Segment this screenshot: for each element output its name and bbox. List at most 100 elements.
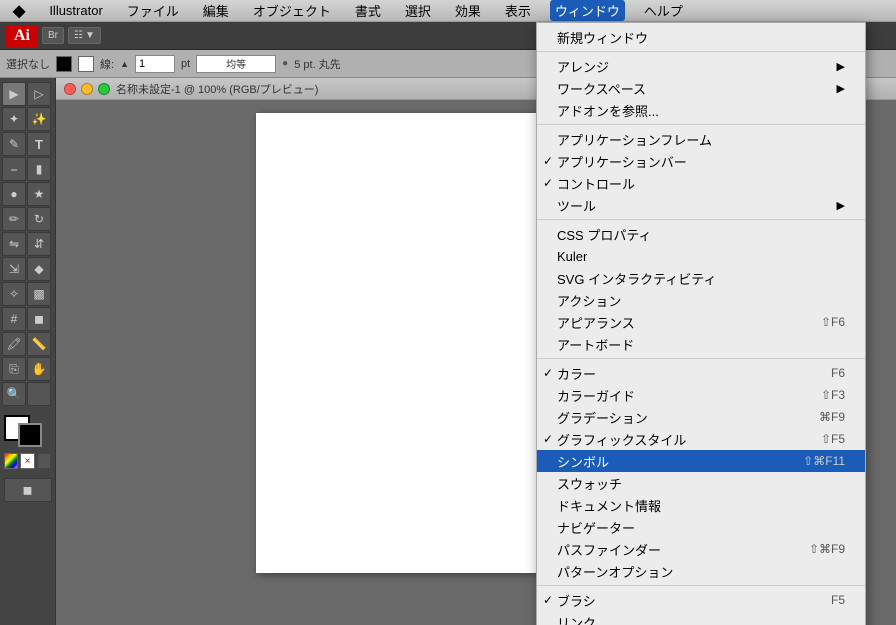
menubar-help[interactable]: ヘルプ <box>639 0 688 21</box>
rect-tool[interactable]: ▮ <box>27 157 51 181</box>
menu-item-symbols[interactable]: シンボル⇧⌘F11 <box>537 450 865 472</box>
menu-label-color-guide: カラーガイド <box>557 386 635 405</box>
tools-panel: ▶ ▷ ✦ ✨ ✎ T ⎯ ▮ ● ★ ✏ ↻ ⇋ ⇵ ⇲ ◆ <box>0 78 56 625</box>
ai-logo: Ai <box>6 25 38 47</box>
line-tool[interactable]: ⎯ <box>2 157 26 181</box>
minimize-btn[interactable] <box>81 83 93 95</box>
bridge-btn[interactable]: Br <box>42 27 64 44</box>
menu-item-navigator[interactable]: ナビゲーター <box>537 516 865 538</box>
menubar-window[interactable]: ウィンドウ <box>550 0 625 21</box>
symbol-tool[interactable]: ✧ <box>2 282 26 306</box>
graph-tool[interactable]: ▩ <box>27 282 51 306</box>
menu-item-workspace[interactable]: ワークスペース▶ <box>537 77 865 99</box>
eyedropper-tool[interactable]: 🖍 <box>2 332 26 356</box>
stroke-swatch[interactable] <box>78 56 94 72</box>
zoom-tool[interactable]: 🔍 <box>2 382 26 406</box>
menubar-object[interactable]: オブジェクト <box>248 0 336 21</box>
menu-label-arrange: アレンジ <box>557 57 609 76</box>
screen-mode-btn[interactable]: ◼ <box>4 478 52 502</box>
type-tool[interactable]: T <box>27 132 51 156</box>
menubar-effect[interactable]: 効果 <box>450 0 486 21</box>
color-mode-row: × <box>4 453 51 469</box>
pen-tool[interactable]: ✎ <box>2 132 26 156</box>
reshape-tool[interactable]: ⇲ <box>2 257 26 281</box>
magic-wand-tool[interactable]: ✨ <box>27 107 51 131</box>
menu-item-gradient[interactable]: グラデーション⌘F9 <box>537 406 865 428</box>
hand-tool[interactable]: ✋ <box>27 357 51 381</box>
menubar-type[interactable]: 書式 <box>350 0 386 21</box>
direct-select-tool[interactable]: ▷ <box>27 82 51 106</box>
tool-row-9: ✧ ▩ <box>2 282 53 306</box>
menu-item-document-info[interactable]: ドキュメント情報 <box>537 494 865 516</box>
menu-label-control: コントロール <box>557 174 635 193</box>
menu-item-pathfinder[interactable]: パスファインダー⇧⌘F9 <box>537 538 865 560</box>
menu-label-swatches: スウォッチ <box>557 474 622 493</box>
menu-item-new-window[interactable]: 新規ウィンドウ <box>537 26 865 48</box>
shortcut-appearance: ⇧F6 <box>821 315 845 329</box>
menu-item-app-bar[interactable]: ✓アプリケーションバー <box>537 150 865 172</box>
menu-item-color-guide[interactable]: カラーガイド⇧F3 <box>537 384 865 406</box>
menu-item-control[interactable]: ✓コントロール <box>537 172 865 194</box>
ellipse-tool[interactable]: ● <box>2 182 26 206</box>
up-arrow-icon[interactable]: ▲ <box>120 59 129 69</box>
menubar-view[interactable]: 表示 <box>500 0 536 21</box>
menu-item-browse-addons[interactable]: アドオンを参照... <box>537 99 865 121</box>
stroke-box[interactable] <box>18 423 42 447</box>
stroke-width-input[interactable] <box>135 55 175 73</box>
screen-mode-area: ◼ <box>2 478 53 502</box>
menu-item-kuler[interactable]: Kuler <box>537 245 865 267</box>
menubar-file[interactable]: ファイル <box>122 0 184 21</box>
scale-tool[interactable]: ⇵ <box>27 232 51 256</box>
menu-item-pattern-options[interactable]: パターンオプション <box>537 560 865 582</box>
window-menu: 新規ウィンドウアレンジ▶ワークスペース▶アドオンを参照...アプリケーションフレ… <box>536 22 866 625</box>
menubar-select[interactable]: 選択 <box>400 0 436 21</box>
menu-item-brushes[interactable]: ✓ ブラシ F5 <box>537 589 865 611</box>
tool-row-6: ✏ ↻ <box>2 207 53 231</box>
menu-separator <box>537 51 865 52</box>
menu-label-new-window: 新規ウィンドウ <box>557 28 648 47</box>
menu-item-arrange[interactable]: アレンジ▶ <box>537 55 865 77</box>
stroke-style-preview[interactable]: 均等 <box>196 55 276 73</box>
menu-item-swatches[interactable]: スウォッチ <box>537 472 865 494</box>
paintbrush-tool[interactable]: ★ <box>27 182 51 206</box>
shortcut-graphic-styles: ⇧F5 <box>821 432 845 446</box>
gradient-mode-btn[interactable] <box>37 453 51 469</box>
lasso-tool[interactable]: ✦ <box>2 107 26 131</box>
mesh-tool[interactable]: # <box>2 307 26 331</box>
slice-tool[interactable]: ⎘ <box>2 357 26 381</box>
gradient-tool[interactable]: ◼ <box>27 307 51 331</box>
arrange-btn[interactable]: ☷ ▼ <box>68 27 101 44</box>
pencil-tool[interactable]: ✏ <box>2 207 26 231</box>
color-mode-btn[interactable] <box>4 453 18 469</box>
fill-swatch[interactable] <box>56 56 72 72</box>
menu-item-links[interactable]: リンク <box>537 611 865 625</box>
rotate-tool[interactable]: ↻ <box>27 207 51 231</box>
menu-label-brushes: ブラシ <box>557 591 596 610</box>
menu-item-actions[interactable]: アクション <box>537 289 865 311</box>
menu-item-app-frame[interactable]: アプリケーションフレーム <box>537 128 865 150</box>
apple-menu[interactable]: ◆ <box>8 0 30 22</box>
menu-item-artboards[interactable]: アートボード <box>537 333 865 355</box>
none-mode-btn[interactable]: × <box>20 453 34 469</box>
menu-item-css-properties[interactable]: CSS プロパティ <box>537 223 865 245</box>
submenu-arrow-workspace: ▶ <box>837 82 845 95</box>
close-btn[interactable] <box>64 83 76 95</box>
measure-tool[interactable]: 📏 <box>27 332 51 356</box>
arrow-tool[interactable]: ▶ <box>2 82 26 106</box>
menu-item-appearance[interactable]: アピアランス ⇧F6 <box>537 311 865 333</box>
menu-item-color[interactable]: ✓カラーF6 <box>537 362 865 384</box>
menu-item-tools[interactable]: ツール▶ <box>537 194 865 216</box>
menu-item-svg-interactive[interactable]: SVG インタラクティビティ <box>537 267 865 289</box>
maximize-btn[interactable] <box>98 83 110 95</box>
menu-item-graphic-styles[interactable]: ✓グラフィックスタイル⇧F5 <box>537 428 865 450</box>
tool-row-8: ⇲ ◆ <box>2 257 53 281</box>
window-buttons <box>64 83 110 95</box>
shortcut-brushes: F5 <box>831 593 845 607</box>
menu-label-appearance: アピアランス <box>557 313 635 332</box>
reflect-tool[interactable]: ⇋ <box>2 232 26 256</box>
checkmark-brushes: ✓ <box>543 593 553 607</box>
blend-tool[interactable]: ◆ <box>27 257 51 281</box>
menu-label-pathfinder: パスファインダー <box>557 540 661 559</box>
menubar-illustrator[interactable]: Illustrator <box>44 2 107 19</box>
menubar-edit[interactable]: 編集 <box>198 0 234 21</box>
